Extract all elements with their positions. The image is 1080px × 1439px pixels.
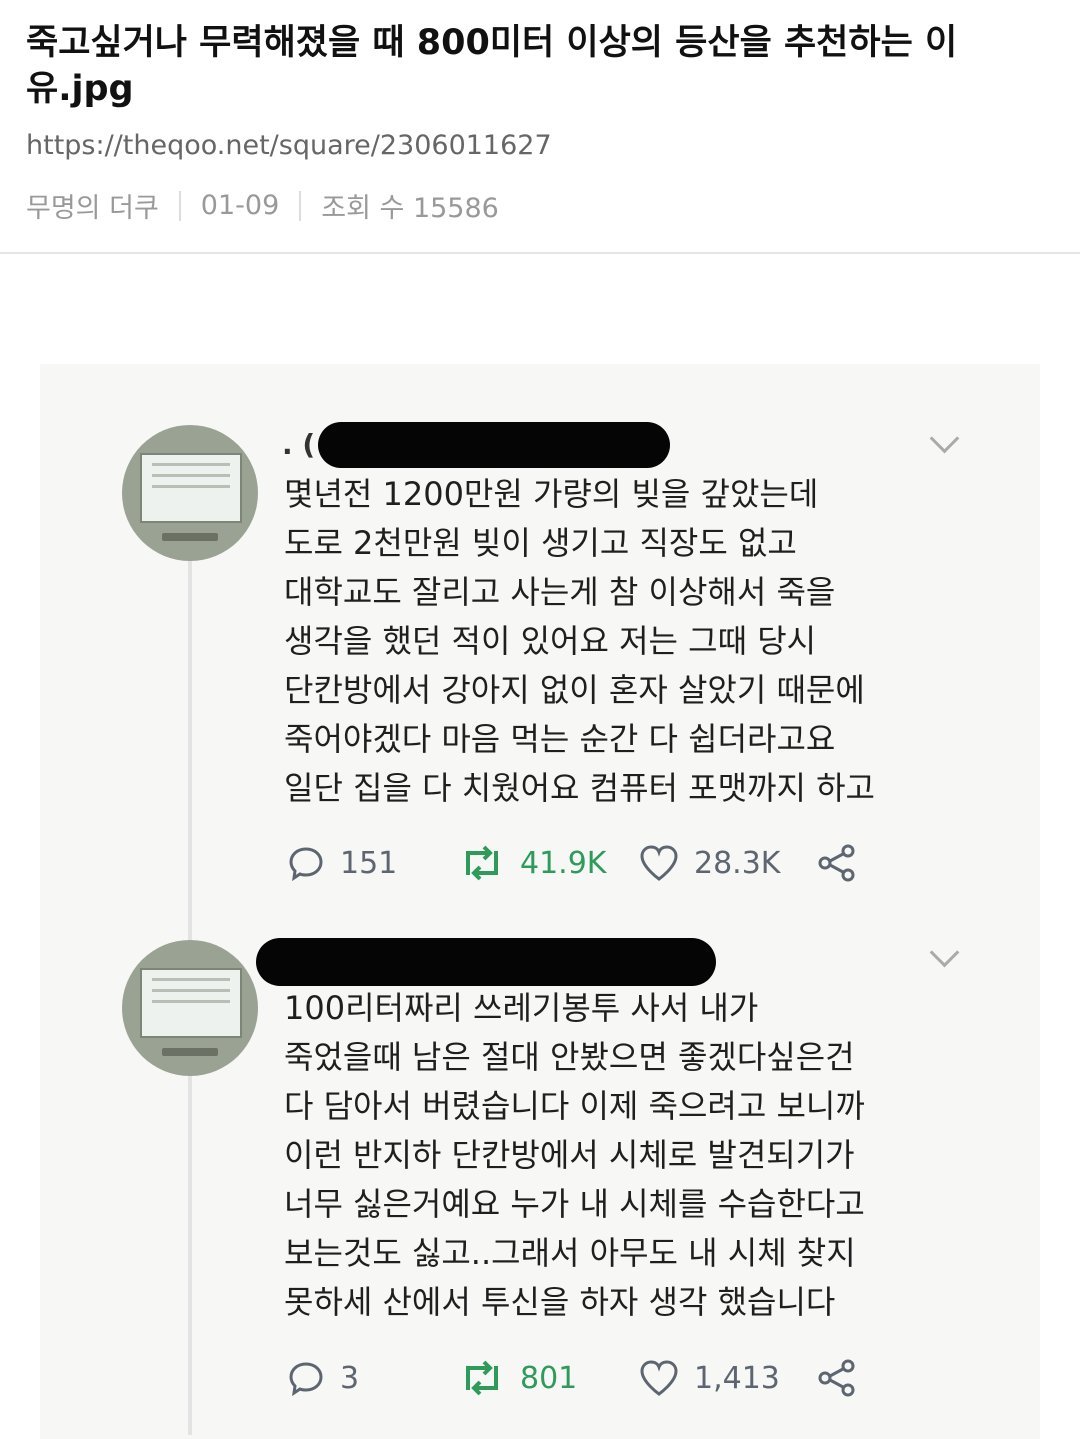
heart-icon xyxy=(640,1360,678,1396)
avatar[interactable] xyxy=(122,425,258,561)
post-url[interactable]: https://theqoo.net/square/2306011627 xyxy=(26,130,552,161)
like-button[interactable]: 1,413 xyxy=(638,1358,780,1398)
view-count: 조회 수 15586 xyxy=(321,193,499,224)
avatar-screen xyxy=(140,968,242,1038)
avatar[interactable] xyxy=(122,940,258,1076)
share-icon xyxy=(818,1359,855,1397)
heart-icon xyxy=(640,845,678,881)
meta-divider xyxy=(178,190,181,221)
share-button[interactable] xyxy=(816,1358,872,1398)
reply-button[interactable]: 151 xyxy=(286,843,397,883)
post-meta: 무명의 더쿠 01-09 조회 수 15586 xyxy=(26,186,499,225)
avatar-keys xyxy=(162,533,218,541)
tweet-handle: . ( xyxy=(282,428,316,461)
retweet-icon xyxy=(466,1360,498,1396)
like-count: 28.3K xyxy=(694,845,781,881)
post-title: 죽고싶거나 무력해졌을 때 800미터 이상의 등산을 추천하는 이유.jpg xyxy=(26,23,958,109)
redaction-bar xyxy=(318,422,670,468)
tweet-text: 몇년전 1200만원 가량의 빚을 갚았는데 도로 2천만원 빚이 생기고 직장… xyxy=(284,475,875,807)
share-icon xyxy=(818,844,855,882)
author-name[interactable]: 무명의 더쿠 xyxy=(26,186,159,225)
post-date: 01-09 xyxy=(200,190,280,221)
tweet-text: 100리터짜리 쓰레기봉투 사서 내가 죽었을때 남은 절대 안봤으면 좋겠다싶… xyxy=(284,989,865,1321)
retweet-count: 801 xyxy=(520,1360,578,1396)
post-header: 죽고싶거나 무력해졌을 때 800미터 이상의 등산을 추천하는 이유.jpg … xyxy=(0,0,1080,254)
avatar-screen xyxy=(140,453,242,523)
like-button[interactable]: 28.3K xyxy=(638,843,780,883)
meta-divider xyxy=(299,190,302,221)
retweet-icon xyxy=(466,845,498,881)
like-count: 1,413 xyxy=(694,1360,780,1396)
share-button[interactable] xyxy=(816,843,872,883)
retweet-button[interactable]: 41.9K xyxy=(458,843,606,883)
reply-icon xyxy=(289,1362,323,1397)
reply-count: 3 xyxy=(340,1360,360,1396)
redaction-bar xyxy=(256,938,716,986)
avatar-keys xyxy=(162,1048,218,1056)
reply-button[interactable]: 3 xyxy=(286,1358,359,1398)
reply-count: 151 xyxy=(340,845,398,881)
reply-icon xyxy=(289,847,323,882)
retweet-count: 41.9K xyxy=(520,845,607,881)
retweet-button[interactable]: 801 xyxy=(458,1358,577,1398)
